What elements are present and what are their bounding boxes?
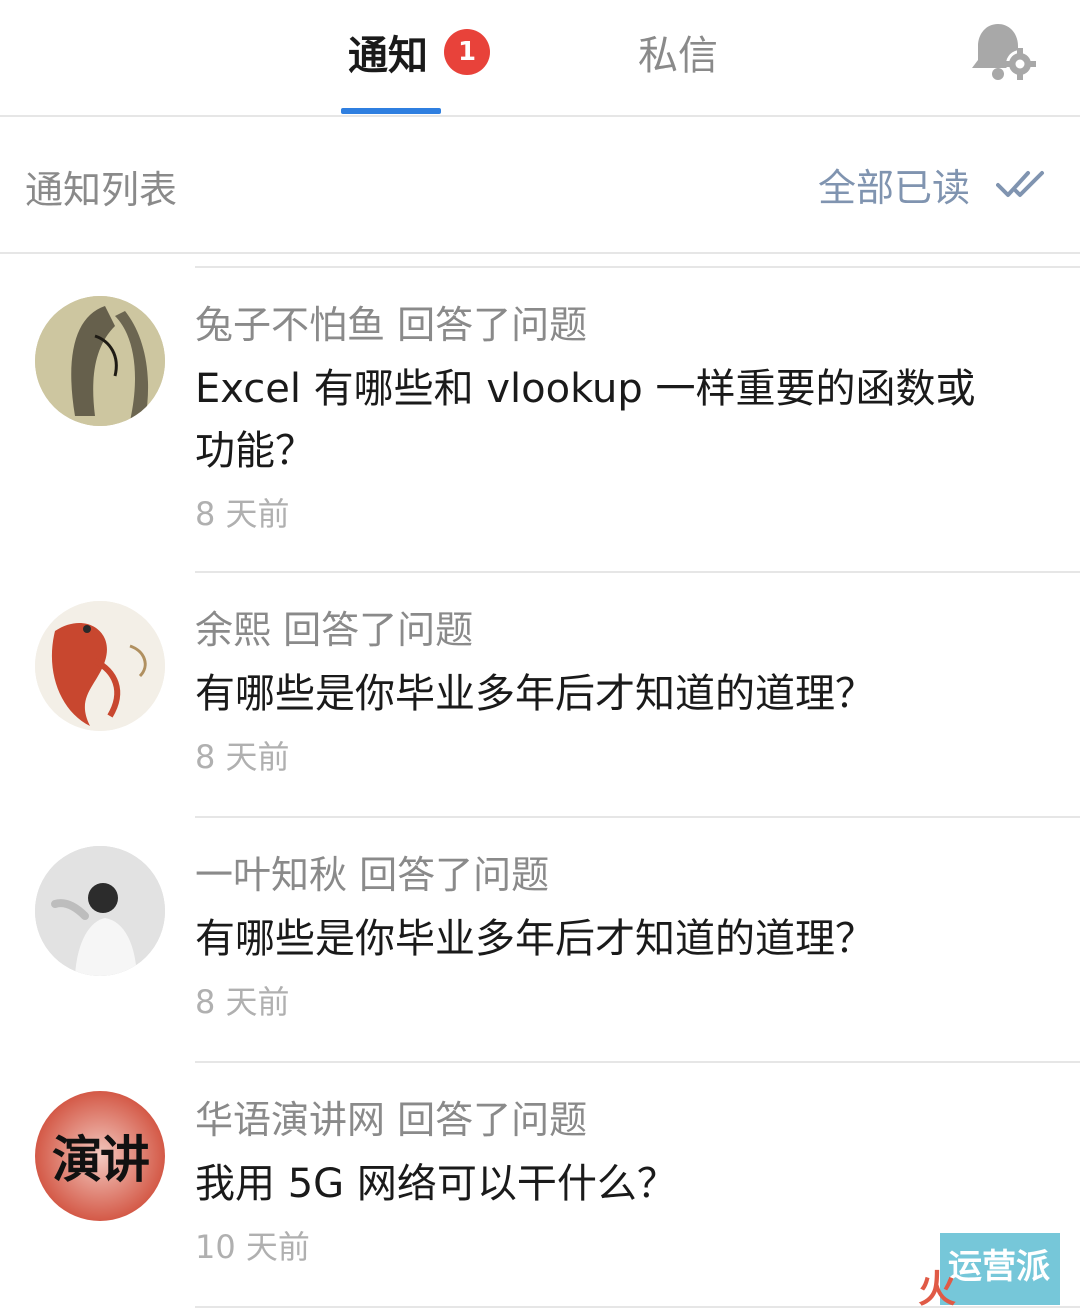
list-item[interactable]: 余熙 回答了问题 有哪些是你毕业多年后才知道的道理？ 8 天前 (35, 573, 1080, 818)
question-line: Excel 有哪些和 vlookup 一样重要的函数或 (195, 366, 976, 412)
question-title[interactable]: Excel 有哪些和 vlookup 一样重要的函数或 功能？ (195, 358, 1080, 482)
notification-list: 兔子不怕鱼 回答了问题 Excel 有哪些和 vlookup 一样重要的函数或 … (0, 268, 1080, 1308)
list-item[interactable]: 一叶知秋 回答了问题 有哪些是你毕业多年后才知道的道理？ 8 天前 (35, 818, 1080, 1063)
notification-list-header: 通知列表 全部已读 (0, 117, 1080, 254)
list-item[interactable]: 兔子不怕鱼 回答了问题 Excel 有哪些和 vlookup 一样重要的函数或 … (35, 268, 1080, 573)
active-tab-indicator (341, 108, 441, 114)
notification-actor: 余熙 回答了问题 (195, 608, 474, 652)
tab-messages[interactable]: 私信 (638, 22, 718, 82)
avatar[interactable] (35, 601, 165, 731)
timestamp: 8 天前 (195, 495, 290, 533)
unread-badge: 1 (444, 29, 490, 75)
double-check-icon (996, 170, 1044, 197)
top-tab-bar: 通知 1 私信 (0, 0, 1080, 117)
section-title: 通知列表 (25, 168, 178, 212)
timestamp: 8 天前 (195, 738, 290, 776)
tab-messages-label: 私信 (638, 33, 718, 79)
avatar[interactable] (35, 296, 165, 426)
mark-all-read-button[interactable]: 全部已读 (818, 157, 1048, 212)
watermark-mark: 火 (918, 1267, 957, 1311)
question-title[interactable]: 我用 5G 网络可以干什么？ (195, 1153, 1080, 1215)
notification-actor: 华语演讲网 回答了问题 (195, 1098, 588, 1142)
avatar[interactable]: 演讲 (35, 1091, 165, 1221)
watermark-text: 运营派 (948, 1247, 1050, 1287)
tab-notifications-label: 通知 (348, 33, 428, 79)
question-title[interactable]: 有哪些是你毕业多年后才知道的道理？ (195, 908, 1080, 970)
question-title[interactable]: 有哪些是你毕业多年后才知道的道理？ (195, 663, 1080, 725)
bell-settings-icon[interactable] (968, 18, 1040, 86)
avatar-text: 演讲 (52, 1131, 150, 1189)
mark-all-read-label: 全部已读 (817, 166, 970, 210)
timestamp: 8 天前 (195, 983, 290, 1021)
tab-notifications[interactable]: 通知 1 (348, 22, 490, 82)
avatar[interactable] (35, 846, 165, 976)
notification-actor: 一叶知秋 回答了问题 (195, 853, 550, 897)
notification-actor: 兔子不怕鱼 回答了问题 (195, 303, 588, 347)
question-line: 功能？ (195, 428, 315, 474)
watermark: 运营派 (940, 1233, 1060, 1305)
